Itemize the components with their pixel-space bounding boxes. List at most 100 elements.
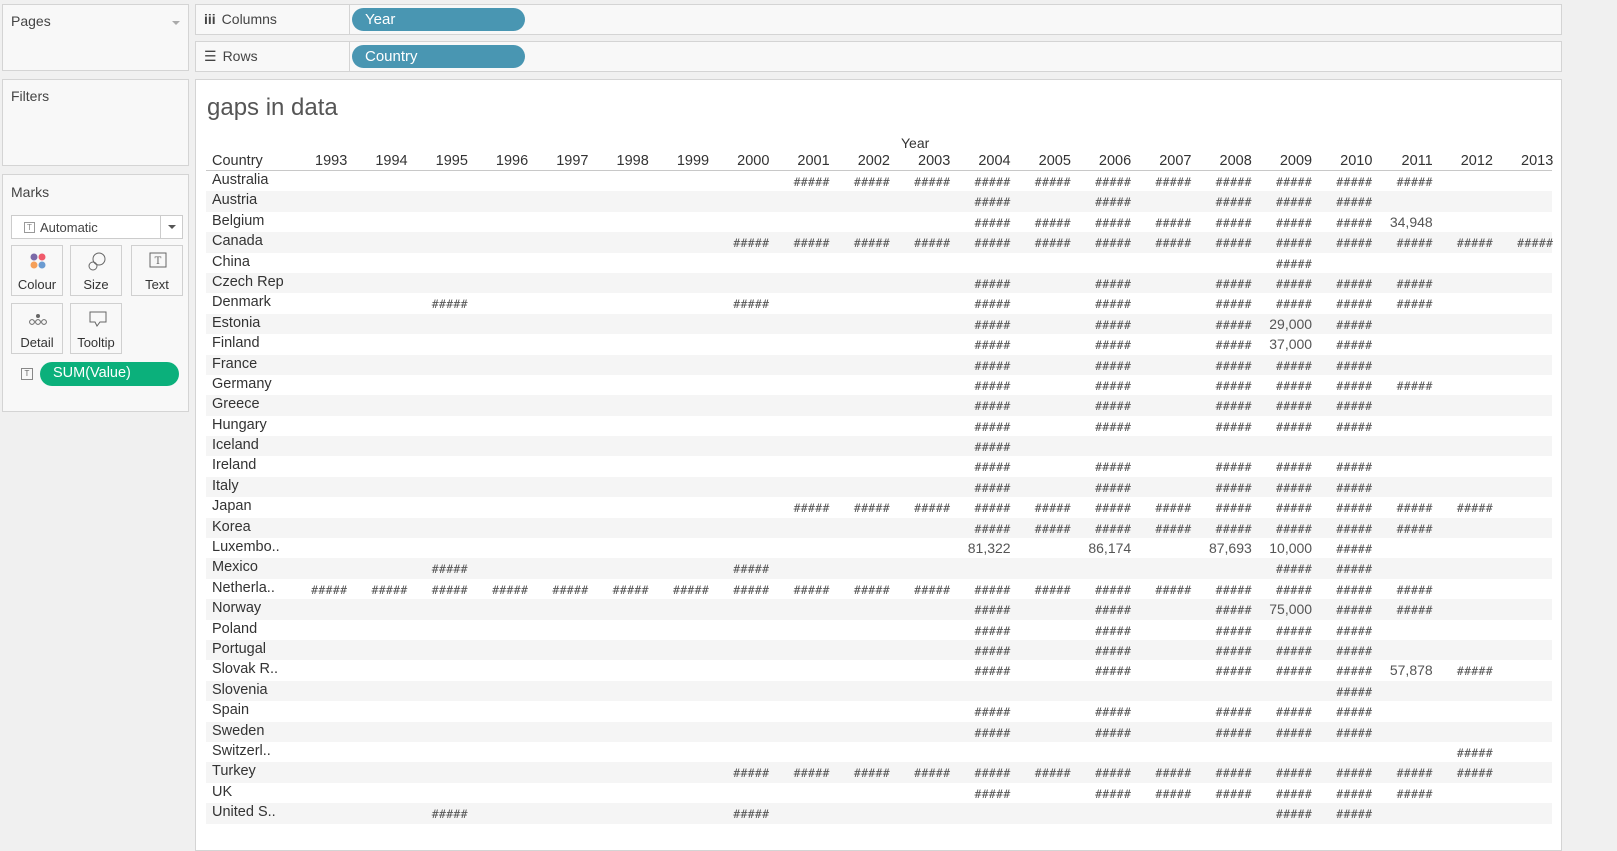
value-cell[interactable]: ##### <box>1195 175 1255 189</box>
value-cell[interactable]: ##### <box>652 583 712 597</box>
year-header-2005[interactable]: 2005 <box>1014 153 1074 169</box>
value-cell[interactable]: ##### <box>411 562 471 576</box>
value-cell[interactable]: ##### <box>1014 216 1074 230</box>
value-cell[interactable]: ##### <box>1074 726 1134 740</box>
value-cell[interactable]: ##### <box>953 664 1013 678</box>
value-cell[interactable]: ##### <box>1255 379 1315 393</box>
country-label[interactable]: Estonia <box>212 315 260 331</box>
value-cell[interactable]: ##### <box>1315 522 1375 536</box>
value-cell[interactable]: ##### <box>1315 297 1375 311</box>
value-cell[interactable]: ##### <box>1375 603 1435 617</box>
year-header-2009[interactable]: 2009 <box>1255 153 1315 169</box>
value-cell[interactable]: ##### <box>1375 501 1435 515</box>
value-cell[interactable]: ##### <box>772 583 832 597</box>
value-cell[interactable]: ##### <box>1195 359 1255 373</box>
value-cell[interactable]: ##### <box>1315 624 1375 638</box>
value-cell[interactable]: ##### <box>1014 236 1074 250</box>
value-cell[interactable]: ##### <box>1255 359 1315 373</box>
country-label[interactable]: Australia <box>212 172 268 188</box>
country-header[interactable]: Country <box>212 153 263 169</box>
value-cell[interactable]: ##### <box>953 359 1013 373</box>
value-cell[interactable]: ##### <box>1195 460 1255 474</box>
value-cell[interactable]: ##### <box>1134 787 1194 801</box>
value-cell[interactable]: ##### <box>1315 542 1375 556</box>
value-cell[interactable]: ##### <box>1074 787 1134 801</box>
value-cell[interactable]: 10,000 <box>1255 540 1315 556</box>
value-cell[interactable]: ##### <box>712 583 772 597</box>
value-cell[interactable]: ##### <box>893 501 953 515</box>
country-label[interactable]: Slovak R.. <box>212 661 278 677</box>
value-cell[interactable]: ##### <box>953 481 1013 495</box>
value-cell[interactable]: ##### <box>833 501 893 515</box>
country-label[interactable]: Denmark <box>212 294 271 310</box>
value-cell[interactable]: ##### <box>1436 664 1496 678</box>
detail-button[interactable]: Detail <box>11 303 63 354</box>
pages-dropdown-icon[interactable] <box>172 21 180 25</box>
value-cell[interactable]: ##### <box>1195 644 1255 658</box>
year-header-2008[interactable]: 2008 <box>1195 153 1255 169</box>
year-header-2000[interactable]: 2000 <box>712 153 772 169</box>
year-header-1997[interactable]: 1997 <box>531 153 591 169</box>
value-cell[interactable]: ##### <box>1195 664 1255 678</box>
year-header-2002[interactable]: 2002 <box>833 153 893 169</box>
value-cell[interactable]: ##### <box>953 644 1013 658</box>
value-cell[interactable]: ##### <box>1255 501 1315 515</box>
value-cell[interactable]: ##### <box>1375 236 1435 250</box>
value-cell[interactable]: ##### <box>953 726 1013 740</box>
value-cell[interactable]: ##### <box>1436 501 1496 515</box>
value-cell[interactable]: ##### <box>772 175 832 189</box>
country-label[interactable]: Luxembo.. <box>212 539 280 555</box>
value-cell[interactable]: ##### <box>1375 583 1435 597</box>
value-cell[interactable]: ##### <box>1255 522 1315 536</box>
value-cell[interactable]: ##### <box>953 277 1013 291</box>
value-cell[interactable]: ##### <box>1255 297 1315 311</box>
value-cell[interactable]: ##### <box>1315 195 1375 209</box>
value-cell[interactable]: ##### <box>1255 807 1315 821</box>
value-cell[interactable]: ##### <box>471 583 531 597</box>
value-cell[interactable]: ##### <box>1134 175 1194 189</box>
year-header-1996[interactable]: 1996 <box>471 153 531 169</box>
value-cell[interactable]: ##### <box>1195 501 1255 515</box>
value-cell[interactable]: ##### <box>1315 705 1375 719</box>
value-cell[interactable]: ##### <box>1315 175 1375 189</box>
country-label[interactable]: Greece <box>212 396 260 412</box>
value-cell[interactable]: 34,948 <box>1375 214 1435 230</box>
value-cell[interactable]: ##### <box>1315 787 1375 801</box>
value-cell[interactable]: ##### <box>953 297 1013 311</box>
country-label[interactable]: Ireland <box>212 457 256 473</box>
value-cell[interactable]: ##### <box>1074 603 1134 617</box>
country-label[interactable]: Portugal <box>212 641 266 657</box>
country-label[interactable]: Japan <box>212 498 252 514</box>
country-label[interactable]: Korea <box>212 519 251 535</box>
value-cell[interactable]: ##### <box>953 766 1013 780</box>
value-cell[interactable]: ##### <box>953 216 1013 230</box>
country-label[interactable]: Finland <box>212 335 260 351</box>
value-cell[interactable]: ##### <box>953 501 1013 515</box>
year-header-2012[interactable]: 2012 <box>1436 153 1496 169</box>
value-cell[interactable]: ##### <box>1014 501 1074 515</box>
value-cell[interactable]: ##### <box>350 583 410 597</box>
country-label[interactable]: Iceland <box>212 437 259 453</box>
year-header-2006[interactable]: 2006 <box>1074 153 1134 169</box>
value-cell[interactable]: ##### <box>953 705 1013 719</box>
value-cell[interactable]: ##### <box>1375 379 1435 393</box>
chevron-down-icon[interactable] <box>160 216 182 238</box>
value-cell[interactable]: ##### <box>1255 624 1315 638</box>
value-cell[interactable]: ##### <box>1195 766 1255 780</box>
country-label[interactable]: Slovenia <box>212 682 268 698</box>
tooltip-button[interactable]: Tooltip <box>70 303 122 354</box>
value-cell[interactable]: ##### <box>1315 359 1375 373</box>
value-cell[interactable]: ##### <box>893 175 953 189</box>
value-cell[interactable]: ##### <box>1315 501 1375 515</box>
colour-button[interactable]: Colour <box>11 245 63 296</box>
value-cell[interactable]: ##### <box>1074 420 1134 434</box>
value-cell[interactable]: ##### <box>953 420 1013 434</box>
value-cell[interactable]: ##### <box>712 562 772 576</box>
value-cell[interactable]: ##### <box>1315 685 1375 699</box>
value-cell[interactable]: ##### <box>1014 766 1074 780</box>
value-cell[interactable]: 57,878 <box>1375 662 1435 678</box>
value-cell[interactable]: ##### <box>411 297 471 311</box>
value-cell[interactable]: ##### <box>1436 766 1496 780</box>
value-cell[interactable]: ##### <box>1315 807 1375 821</box>
value-cell[interactable]: ##### <box>893 236 953 250</box>
